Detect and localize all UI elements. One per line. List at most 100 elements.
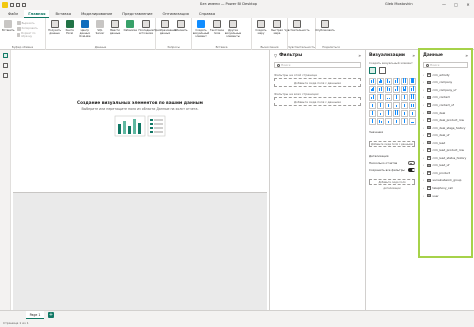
chevron-right-icon[interactable]: › [423, 148, 426, 152]
new-visual-button[interactable]: Создать визуальный элемент [193, 20, 209, 38]
add-page-button[interactable]: + [48, 312, 54, 318]
transform-data-button[interactable]: Преобразование данных [154, 20, 176, 35]
chevron-right-icon[interactable]: › [423, 186, 426, 190]
build-visual-icon[interactable] [369, 67, 376, 74]
user-name[interactable]: Gleb Mostovkin [385, 0, 413, 9]
report-canvas[interactable]: Создание визуальных элементов по вашим д… [11, 50, 269, 316]
table-view-icon[interactable] [3, 63, 8, 68]
tab-home[interactable]: Главная [24, 10, 50, 18]
treemap-icon[interactable] [409, 94, 416, 101]
tab-modeling[interactable]: Моделирование [77, 10, 116, 18]
chevron-right-icon[interactable]: › [423, 171, 426, 175]
funnel-chart-icon[interactable] [377, 94, 384, 101]
data-search-input[interactable]: Поиск [423, 62, 468, 68]
paginated-report-icon[interactable] [401, 118, 408, 125]
sql-button[interactable]: SQL Server [93, 20, 106, 35]
model-view-icon[interactable] [3, 73, 8, 78]
kpi-icon[interactable] [369, 110, 376, 117]
matrix-icon[interactable] [393, 110, 400, 117]
page-filters-dropzone[interactable]: Добавьте сюда поля с данными [274, 78, 361, 87]
chevron-right-icon[interactable]: › [423, 73, 426, 77]
enter-data-button[interactable]: Ввести данные [109, 20, 122, 35]
decomposition-tree-icon[interactable] [377, 118, 384, 125]
undo-icon[interactable] [16, 2, 20, 7]
table-item[interactable]: › crm_contact [423, 94, 468, 102]
format-painter-button[interactable]: Формат по образцу [16, 32, 43, 38]
stacked-column-100-icon[interactable] [409, 78, 416, 85]
filters-search-input[interactable]: Поиск [274, 62, 361, 68]
filled-map-icon[interactable] [377, 102, 384, 109]
save-icon[interactable] [10, 2, 14, 7]
drillthrough-dropzone[interactable]: Добавьте сюда поля детализации [369, 179, 415, 190]
chevron-right-icon[interactable]: › [423, 118, 426, 122]
r-visual-icon[interactable] [401, 110, 408, 117]
tab-insert[interactable]: Вставка [51, 10, 75, 18]
tab-view[interactable]: Представление [118, 10, 156, 18]
line-clustered-column-icon[interactable] [401, 86, 408, 93]
chevron-right-icon[interactable]: › [423, 80, 426, 84]
qa-visual-icon[interactable] [385, 118, 392, 125]
textbox-button[interactable]: Текстовое поле [210, 20, 224, 35]
table-item[interactable]: › crm_company_uf [423, 86, 468, 94]
key-influencers-icon[interactable] [369, 118, 376, 125]
quick-measure-button[interactable]: Быстрая мера [270, 20, 284, 35]
chevron-right-icon[interactable]: › [423, 141, 426, 145]
table-item[interactable]: › crm_lead_uf [423, 162, 468, 170]
chevron-right-icon[interactable]: › [423, 133, 426, 137]
chevron-right-icon[interactable]: › [423, 95, 426, 99]
report-page[interactable]: Создание визуальных элементов по вашим д… [13, 53, 267, 193]
table-item[interactable]: › telephony_call [423, 184, 468, 192]
table-item[interactable]: › crm_product [423, 169, 468, 177]
keep-filters-toggle[interactable] [408, 168, 415, 172]
sensitivity-button[interactable]: Чувствительность [284, 20, 310, 32]
dataverse-button[interactable]: Dataverse [124, 20, 137, 32]
redo-icon[interactable] [22, 2, 26, 7]
clustered-column-icon[interactable] [393, 78, 400, 85]
chevron-right-icon[interactable]: › [423, 111, 426, 115]
narrative-icon[interactable] [393, 118, 400, 125]
maximize-button[interactable]: □ [450, 0, 462, 9]
ribbon-chart-icon[interactable] [409, 86, 416, 93]
copy-button[interactable]: Копировать [16, 26, 43, 31]
chevron-right-icon[interactable]: › [423, 194, 426, 198]
values-dropzone[interactable]: Добавьте сюда поля с данными [369, 141, 415, 147]
line-column-icon[interactable] [393, 86, 400, 93]
cut-button[interactable]: Вырезать [16, 21, 43, 25]
collapse-icon[interactable]: » [358, 53, 361, 58]
table-item[interactable]: › crm_deal [423, 109, 468, 117]
recent-sources-button[interactable]: Последние источники [138, 20, 153, 35]
onelake-button[interactable]: Центр данных OneLake [78, 20, 91, 38]
table-item[interactable]: › crm_lead_status_history [423, 154, 468, 162]
chevron-right-icon[interactable]: › [423, 88, 426, 92]
publish-button[interactable]: Опубликовать [315, 20, 335, 32]
table-item[interactable]: › crm_lead [423, 139, 468, 147]
table-item[interactable]: › crm_deal_uf [423, 131, 468, 139]
stacked-area-icon[interactable] [385, 86, 392, 93]
minimize-button[interactable]: — [438, 0, 450, 9]
refresh-button[interactable]: Обновить [174, 20, 188, 32]
chevron-right-icon[interactable]: › [423, 163, 426, 167]
tab-help[interactable]: Справка [195, 10, 219, 18]
stacked-bar-100-icon[interactable] [401, 78, 408, 85]
table-item[interactable]: › crm_deal_stage_history [423, 124, 468, 132]
cross-report-toggle[interactable] [408, 161, 415, 165]
multi-row-card-icon[interactable] [409, 102, 416, 109]
page-tab[interactable]: Page 1 [26, 311, 44, 319]
python-visual-icon[interactable] [409, 110, 416, 117]
card-icon[interactable] [401, 102, 408, 109]
tab-optimize[interactable]: Оптимизация [158, 10, 192, 18]
area-chart-icon[interactable] [377, 86, 384, 93]
table-item[interactable]: › crm_lead_product_row [423, 146, 468, 154]
waterfall-icon[interactable] [369, 94, 376, 101]
table-item[interactable]: › crm_company [423, 79, 468, 87]
stacked-bar-icon[interactable] [369, 78, 376, 85]
more-visuals-button[interactable]: Другие визуальные элементы [225, 20, 241, 38]
clustered-bar-icon[interactable] [385, 78, 392, 85]
collapse-icon[interactable]: » [465, 53, 468, 58]
pie-chart-icon[interactable] [393, 94, 400, 101]
map-icon[interactable] [369, 102, 376, 109]
all-pages-filters-dropzone[interactable]: Добавьте сюда поля с данными [274, 97, 361, 106]
tab-file[interactable]: Файл [4, 10, 22, 18]
table-item[interactable]: › crm_activity [423, 71, 468, 79]
scatter-icon[interactable] [385, 94, 392, 101]
